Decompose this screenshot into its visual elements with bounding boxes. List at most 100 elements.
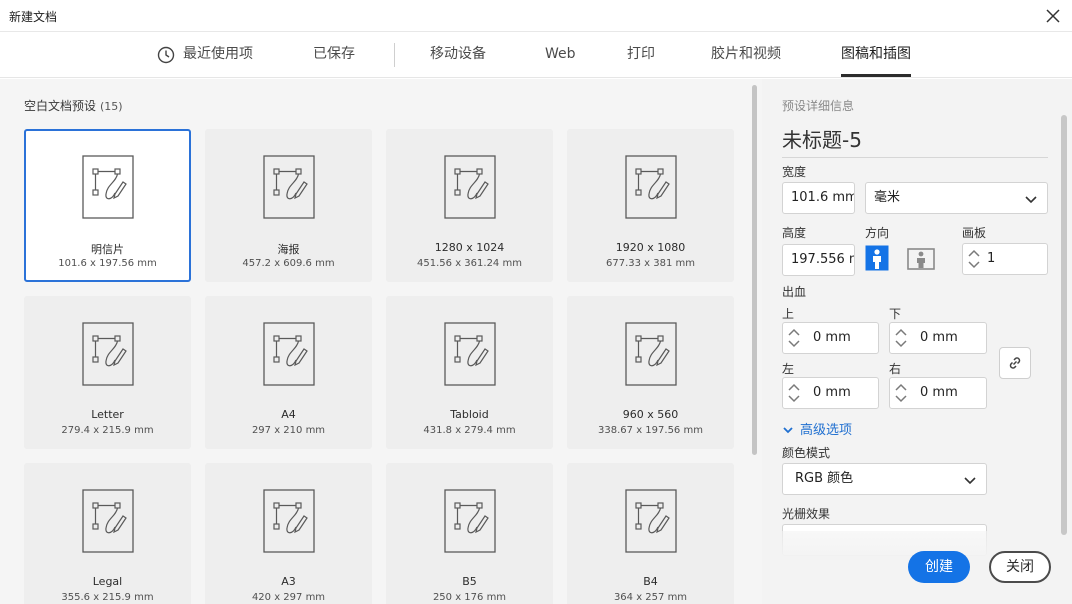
clock-icon — [157, 46, 175, 64]
document-preset-icon — [263, 322, 315, 390]
preset-card[interactable]: Tabloid 431.8 x 279.4 mm — [386, 296, 553, 449]
tab-art-illustration[interactable]: 图稿和插图 — [841, 32, 911, 78]
preset-card[interactable]: B5 250 x 176 mm — [386, 463, 553, 604]
bleed-right-label: 右 — [889, 362, 902, 376]
stepper-icon[interactable] — [786, 381, 802, 405]
preset-size: 250 x 176 mm — [432, 592, 507, 603]
preset-size: 338.67 x 197.56 mm — [598, 425, 703, 436]
bleed-label: 出血 — [782, 285, 807, 299]
window-title: 新建文档 — [9, 10, 58, 24]
bleed-right-value: 0 mm — [920, 385, 958, 400]
preset-card[interactable]: 1920 x 1080 677.33 x 381 mm — [567, 129, 734, 282]
preset-name: Legal — [92, 575, 123, 588]
preset-size: 457.2 x 609.6 mm — [242, 258, 335, 269]
preset-card[interactable]: A3 420 x 297 mm — [205, 463, 372, 604]
unit-select[interactable]: 毫米 — [865, 182, 1048, 214]
orientation-label: 方向 — [865, 226, 890, 240]
presets-count: (15) — [100, 100, 123, 113]
artboards-label: 画板 — [962, 226, 987, 240]
presets-scrollbar[interactable] — [752, 85, 757, 455]
details-scrollbar[interactable] — [1061, 115, 1067, 535]
close-icon[interactable] — [1042, 5, 1064, 27]
bleed-top-label: 上 — [782, 307, 795, 321]
chevron-down-icon — [964, 477, 976, 485]
preset-card[interactable]: Legal 355.6 x 215.9 mm — [24, 463, 191, 604]
color-mode-label: 颜色模式 — [782, 446, 831, 460]
preset-name: A4 — [281, 408, 296, 421]
artboards-input[interactable]: 1 — [962, 243, 1048, 275]
preset-name: 明信片 — [91, 243, 124, 256]
preset-size: 431.8 x 279.4 mm — [423, 425, 516, 436]
preset-name: Tabloid — [450, 408, 489, 421]
preset-name: A3 — [281, 575, 296, 588]
preset-size: 677.33 x 381 mm — [605, 258, 695, 269]
artboards-value: 1 — [987, 251, 996, 266]
tab-web[interactable]: Web — [545, 32, 576, 78]
document-preset-icon — [444, 489, 496, 557]
portrait-orientation-icon[interactable] — [865, 245, 889, 271]
stepper-icon[interactable] — [893, 326, 909, 350]
tab-print[interactable]: 打印 — [627, 32, 655, 78]
color-mode-select[interactable]: RGB 颜色 — [782, 463, 987, 495]
bleed-bottom-label: 下 — [889, 307, 902, 321]
preset-name: Letter — [91, 408, 124, 421]
width-label: 宽度 — [782, 165, 807, 179]
document-preset-icon — [625, 155, 677, 223]
link-bleed-button[interactable] — [999, 347, 1031, 379]
presets-section-label: 空白文档预设 (15) — [24, 97, 123, 114]
preset-card[interactable]: 海报 457.2 x 609.6 mm — [205, 129, 372, 282]
landscape-orientation-icon[interactable] — [907, 245, 935, 271]
presets-panel: 空白文档预设 (15) 明信片 101.6 x 197.56 mm 海报 457.2 x… — [0, 79, 762, 604]
bleed-top-input[interactable]: 0 mm — [782, 322, 879, 354]
stepper-icon[interactable] — [893, 381, 909, 405]
bleed-top-value: 0 mm — [813, 330, 851, 345]
bleed-left-value: 0 mm — [813, 385, 851, 400]
preset-card[interactable]: A4 297 x 210 mm — [205, 296, 372, 449]
preset-name: 960 x 560 — [622, 408, 679, 421]
color-mode-value: RGB 颜色 — [795, 471, 854, 486]
close-button[interactable]: 关闭 — [989, 551, 1051, 583]
document-preset-icon — [263, 155, 315, 223]
document-preset-icon — [444, 155, 496, 223]
bleed-left-label: 左 — [782, 362, 795, 376]
tab-recent[interactable]: 最近使用项 — [183, 32, 253, 78]
create-button[interactable]: 创建 — [908, 551, 970, 583]
chevron-down-icon — [783, 427, 793, 434]
unit-select-value: 毫米 — [874, 190, 901, 205]
width-input[interactable]: 101.6 mm — [782, 182, 855, 214]
document-name-field[interactable]: 未标题-5 — [782, 124, 1048, 158]
height-input[interactable]: 197.556 mm — [782, 244, 855, 276]
document-preset-icon — [82, 322, 134, 390]
preset-name: B4 — [643, 575, 658, 588]
advanced-options-toggle[interactable]: 高级选项 — [782, 419, 852, 438]
document-preset-icon — [82, 155, 134, 223]
details-header: 预设详细信息 — [782, 99, 855, 113]
bleed-left-input[interactable]: 0 mm — [782, 377, 879, 409]
preset-name: 1920 x 1080 — [615, 241, 686, 254]
stepper-icon[interactable] — [966, 247, 982, 271]
document-preset-icon — [625, 489, 677, 557]
preset-card[interactable]: 960 x 560 338.67 x 197.56 mm — [567, 296, 734, 449]
preset-name: 海报 — [277, 243, 300, 256]
presets-title: 空白文档预设 — [24, 99, 97, 113]
preset-size: 364 x 257 mm — [613, 592, 688, 603]
bleed-right-input[interactable]: 0 mm — [889, 377, 987, 409]
preset-size: 297 x 210 mm — [251, 425, 326, 436]
tab-mobile[interactable]: 移动设备 — [430, 32, 486, 78]
advanced-options-label: 高级选项 — [800, 423, 853, 438]
tab-film-video[interactable]: 胶片和视频 — [711, 32, 781, 78]
tab-saved[interactable]: 已保存 — [313, 32, 355, 78]
preset-card[interactable]: 明信片 101.6 x 197.56 mm — [24, 129, 191, 282]
preset-card[interactable]: B4 364 x 257 mm — [567, 463, 734, 604]
tab-divider — [394, 43, 395, 67]
document-preset-icon — [444, 322, 496, 390]
preset-card[interactable]: Letter 279.4 x 215.9 mm — [24, 296, 191, 449]
preset-card[interactable]: 1280 x 1024 451.56 x 361.24 mm — [386, 129, 553, 282]
chevron-down-icon — [1025, 196, 1037, 204]
bleed-bottom-input[interactable]: 0 mm — [889, 322, 987, 354]
preset-size: 355.6 x 215.9 mm — [61, 592, 154, 603]
stepper-icon[interactable] — [786, 326, 802, 350]
height-label: 高度 — [782, 226, 807, 240]
preset-name: 1280 x 1024 — [434, 241, 505, 254]
preset-size: 451.56 x 361.24 mm — [417, 258, 522, 269]
